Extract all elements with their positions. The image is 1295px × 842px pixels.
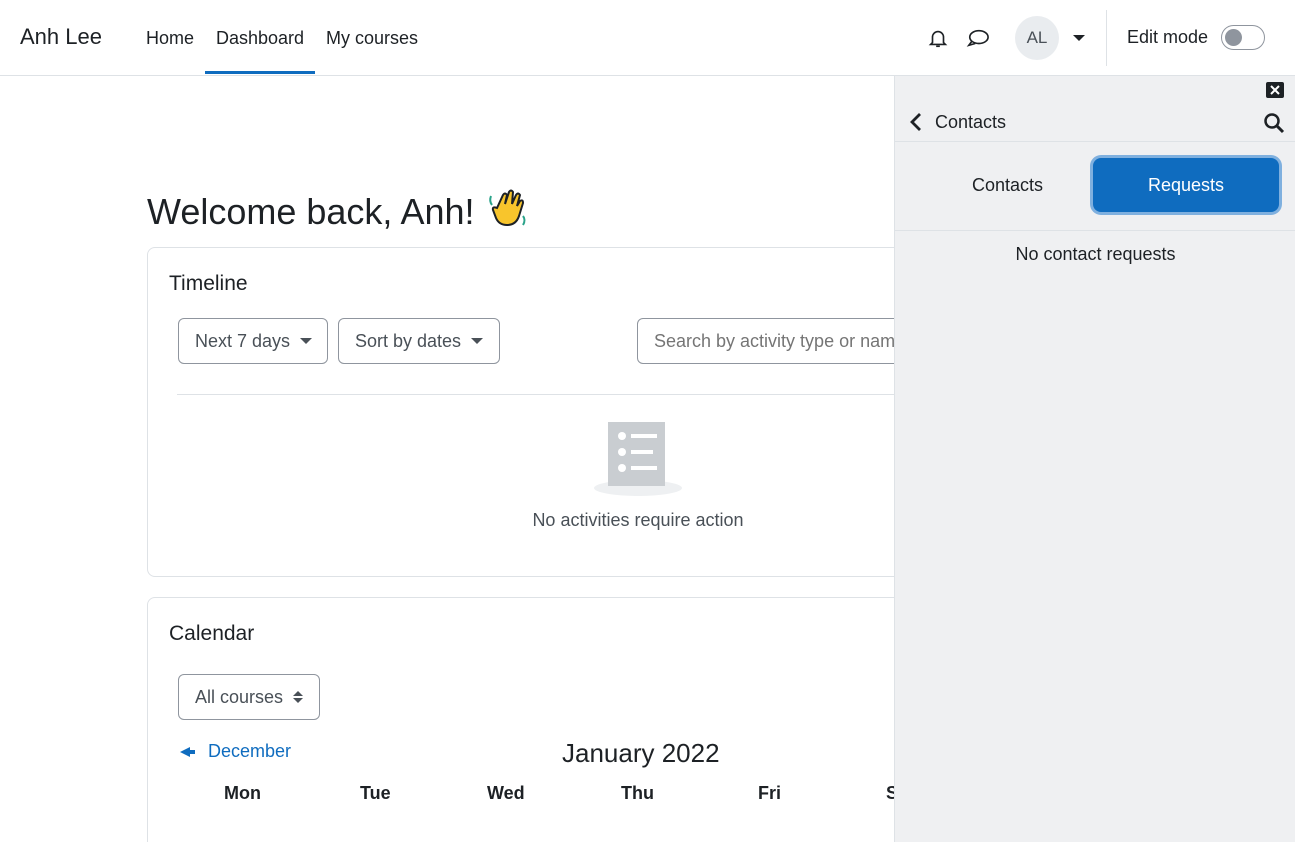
message-drawer: Contacts Contacts Requests No contact re… xyxy=(894,76,1295,842)
timeline-sort-label: Sort by dates xyxy=(355,330,462,351)
calendar-block: Calendar All courses December January 20… xyxy=(147,597,927,842)
toggle-knob xyxy=(1225,29,1242,46)
timeline-filter-dropdown[interactable]: Next 7 days xyxy=(178,318,328,364)
day-header: Tue xyxy=(360,783,391,803)
timeline-block: Timeline Next 7 days Sort by dates No ac… xyxy=(147,247,957,577)
current-month-title: January 2022 xyxy=(562,738,720,768)
calendar-course-label: All courses xyxy=(195,686,284,707)
tab-contacts[interactable]: Contacts xyxy=(915,158,1100,212)
user-menu-caret-icon[interactable] xyxy=(1073,35,1085,41)
search-icon[interactable] xyxy=(1263,112,1285,139)
day-header: Thu xyxy=(621,783,654,803)
prev-month-label: December xyxy=(208,741,292,761)
top-navbar: Anh Lee Home Dashboard My courses AL Edi… xyxy=(0,0,1295,76)
chevron-left-icon[interactable] xyxy=(909,112,923,137)
welcome-text: Welcome back, Anh! xyxy=(147,190,475,232)
timeline-title: Timeline xyxy=(169,272,248,295)
calendar-course-select[interactable]: All courses xyxy=(178,674,320,720)
timeline-divider xyxy=(177,394,937,395)
waving-hand-icon xyxy=(487,186,529,237)
navbar-divider xyxy=(1106,10,1107,66)
no-requests-text: No contact requests xyxy=(1015,244,1176,264)
day-header: Mon xyxy=(224,783,261,803)
messages-bubble-icon[interactable] xyxy=(966,26,990,50)
close-icon[interactable] xyxy=(1266,82,1284,98)
day-header: Wed xyxy=(487,783,525,803)
chevron-down-icon xyxy=(471,338,484,344)
timeline-filter-label: Next 7 days xyxy=(195,330,291,351)
empty-list-icon xyxy=(593,420,683,498)
tab-requests[interactable]: Requests xyxy=(1093,158,1279,212)
user-avatar[interactable]: AL xyxy=(1015,16,1059,60)
nav-dashboard[interactable]: Dashboard xyxy=(216,28,304,49)
nav-my-courses[interactable]: My courses xyxy=(326,28,418,49)
day-header: Fri xyxy=(758,783,782,803)
drawer-header: Contacts xyxy=(895,104,1295,142)
nav-home[interactable]: Home xyxy=(146,28,194,49)
edit-mode-label: Edit mode xyxy=(1127,27,1209,47)
notifications-bell-icon[interactable] xyxy=(926,26,950,50)
edit-mode-toggle[interactable] xyxy=(1221,25,1265,50)
left-arrow-icon xyxy=(180,741,196,762)
site-brand[interactable]: Anh Lee xyxy=(20,24,102,50)
calendar-title: Calendar xyxy=(169,622,255,645)
timeline-sort-dropdown[interactable]: Sort by dates xyxy=(338,318,500,364)
sort-updown-icon xyxy=(293,691,304,703)
contacts-tab-group: Contacts Requests xyxy=(895,142,1295,231)
active-nav-indicator xyxy=(205,71,315,74)
welcome-heading: Welcome back, Anh! xyxy=(147,186,529,237)
drawer-title: Contacts xyxy=(935,112,1007,132)
chevron-down-icon xyxy=(300,338,313,344)
prev-month-link[interactable]: December xyxy=(180,741,291,762)
